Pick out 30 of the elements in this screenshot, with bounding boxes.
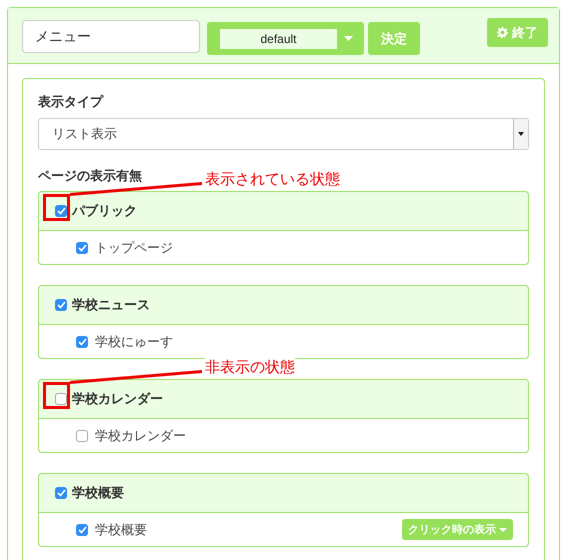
- checkbox[interactable]: [55, 205, 67, 217]
- group-title: 学校ニュース: [72, 297, 150, 314]
- checkbox[interactable]: [55, 393, 67, 405]
- item-label: 学校カレンダー: [95, 428, 186, 444]
- item-label: トップページ: [95, 240, 173, 256]
- highlight-box: [43, 194, 70, 221]
- checkbox[interactable]: [55, 487, 67, 499]
- checkbox[interactable]: [76, 430, 88, 442]
- checkbox[interactable]: [76, 242, 88, 254]
- checkbox[interactable]: [76, 336, 88, 348]
- group-title: パブリック: [72, 202, 137, 220]
- caret-icon: [344, 36, 353, 41]
- item-label: 学校にゅーす: [95, 334, 173, 350]
- group-title: 学校概要: [72, 485, 124, 502]
- name-field[interactable]: メニュー: [22, 20, 200, 53]
- group-title: 学校カレンダー: [72, 391, 163, 408]
- checkbox[interactable]: [55, 299, 67, 311]
- annotation-text: 表示されている状態: [205, 170, 340, 189]
- theme-value: default: [220, 28, 337, 48]
- checkbox[interactable]: [76, 524, 88, 536]
- highlight-box: [43, 382, 70, 409]
- display-type-label: 表示タイプ: [38, 94, 105, 111]
- visibility-label: ページの表示有無: [38, 168, 142, 185]
- caret-icon: [499, 528, 507, 532]
- annotation-text: 非表示の状態: [205, 358, 295, 377]
- display-type-select[interactable]: リスト表示: [38, 118, 529, 150]
- item-label: 学校概要: [95, 522, 147, 538]
- theme-select[interactable]: default: [207, 22, 364, 55]
- gear-icon: [497, 27, 508, 38]
- select-value: リスト表示: [52, 126, 117, 143]
